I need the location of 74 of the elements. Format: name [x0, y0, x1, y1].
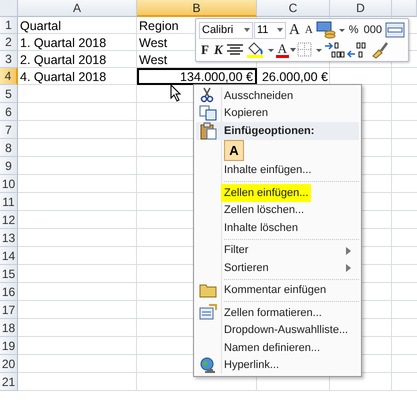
font-name-dropdown[interactable]: Calibri	[199, 22, 253, 39]
row-header[interactable]: 5	[0, 85, 18, 103]
menu-item[interactable]: Sortieren	[196, 259, 359, 276]
paste-option-button[interactable]: A	[224, 140, 244, 161]
table-cell: Quartal	[20, 18, 61, 32]
row-header[interactable]: 19	[0, 337, 18, 355]
submenu-arrow-icon	[346, 264, 351, 272]
row-header[interactable]: 13	[0, 229, 18, 247]
menu-item[interactable]: Inhalte löschen	[196, 219, 359, 236]
increase-decimal-icon[interactable]	[324, 40, 346, 59]
decrease-font-size-button[interactable]: A	[302, 22, 315, 39]
menu-item[interactable]: Inhalte einfügen...	[196, 162, 359, 179]
row-header[interactable]: 20	[0, 355, 18, 373]
align-center-icon[interactable]	[226, 42, 244, 57]
caret-icon	[244, 28, 250, 32]
table-cell: 4. Quartal 2018	[20, 70, 106, 84]
font-color-button[interactable]: A	[276, 41, 290, 58]
menu-item[interactable]: Ausschneiden	[196, 87, 359, 104]
row-header[interactable]: 10	[0, 175, 18, 193]
column-header[interactable]: D	[330, 0, 392, 17]
globe-icon	[199, 356, 217, 374]
table-cell: 26.000,00 €	[262, 70, 328, 84]
row-header[interactable]: 18	[0, 319, 18, 337]
number-format-button[interactable]: %	[346, 22, 361, 39]
row-header[interactable]: 15	[0, 265, 18, 283]
row-header[interactable]: 17	[0, 301, 18, 319]
bold-button[interactable]: F	[199, 41, 211, 58]
menu-item[interactable]: Zellen einfügen...	[196, 184, 359, 202]
menu-section-header: Einfügeoptionen:	[224, 124, 314, 137]
font-size-dropdown[interactable]: 11	[254, 22, 286, 39]
table-cell: Region	[139, 18, 179, 32]
row-header[interactable]: 1	[0, 17, 18, 34]
row-header[interactable]: 16	[0, 283, 18, 301]
column-header[interactable]: B	[137, 0, 257, 17]
italic-button[interactable]: K	[212, 41, 225, 58]
paintbrush-icon[interactable]	[370, 40, 390, 59]
row-header[interactable]: 7	[0, 121, 18, 139]
fill-bucket-icon[interactable]	[244, 40, 275, 59]
row-header[interactable]: 14	[0, 247, 18, 265]
menu-item[interactable]: Dropdown-Auswahlliste...	[196, 322, 359, 339]
menu-item[interactable]: Hyperlink...	[196, 356, 359, 374]
format-cells-icon	[199, 304, 217, 320]
menu-item[interactable]: Namen definieren...	[196, 339, 359, 356]
row-header[interactable]: 11	[0, 193, 18, 211]
row-header[interactable]: 2	[0, 34, 18, 51]
row-header[interactable]: 4	[0, 68, 18, 85]
row-header[interactable]: 9	[0, 157, 18, 175]
merge-cells-icon[interactable]	[384, 22, 405, 38]
table-cell: 2. Quartal 2018	[20, 52, 106, 66]
folder-icon	[199, 282, 217, 298]
scissors-icon	[199, 87, 215, 103]
increase-font-size-button[interactable]: A	[287, 22, 302, 39]
menu-item[interactable]: Kommentar einfügen	[196, 282, 359, 299]
menu-item[interactable]: Zellen formatieren...	[196, 304, 359, 322]
coins-icon[interactable]	[316, 21, 346, 40]
column-header[interactable]: A	[18, 0, 137, 17]
row-header[interactable]: 21	[0, 373, 18, 391]
row-header[interactable]: 6	[0, 103, 18, 121]
menu-item[interactable]: Zellen löschen...	[196, 202, 359, 219]
table-cell: 1. Quartal 2018	[20, 36, 106, 50]
table-cell: West	[139, 36, 168, 50]
caret-icon	[277, 28, 283, 32]
column-header[interactable]: C	[257, 0, 330, 17]
row-header[interactable]: 12	[0, 211, 18, 229]
row-header[interactable]: 8	[0, 139, 18, 157]
table-cell: West	[139, 52, 168, 66]
menu-item[interactable]: Kopieren	[196, 104, 359, 122]
row-header[interactable]: 3	[0, 51, 18, 68]
table-cell: 134.000,00 €	[180, 70, 253, 84]
number-format-button[interactable]: 000	[362, 22, 384, 39]
clipboard-icon	[199, 122, 217, 140]
caret-icon[interactable]	[290, 48, 296, 52]
menu-item[interactable]: Filter	[196, 242, 359, 259]
submenu-arrow-icon	[346, 246, 351, 254]
